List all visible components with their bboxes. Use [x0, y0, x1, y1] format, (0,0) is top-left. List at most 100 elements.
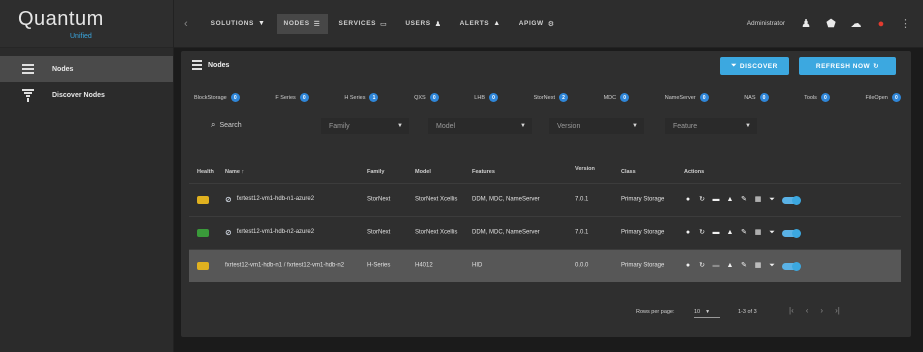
discover-button[interactable]: ⏷ DISCOVER — [720, 57, 789, 75]
chart-icon[interactable]: ▦ — [754, 262, 762, 270]
next-page-button[interactable]: › — [820, 306, 823, 315]
node-enable-toggle[interactable] — [782, 195, 801, 205]
bell-icon[interactable]: ▲ — [726, 196, 734, 204]
filter-icon[interactable]: ⏷ — [768, 262, 776, 270]
search-input[interactable]: ⌕ Search — [211, 120, 311, 130]
header-family[interactable]: Family — [367, 169, 384, 175]
sidebar-item-nodes[interactable]: Nodes — [0, 56, 173, 82]
model-select[interactable]: Model ▼ — [428, 118, 532, 134]
filter-icon — [22, 88, 34, 102]
sidebar-item-label: Nodes — [52, 65, 74, 73]
last-page-button[interactable]: ›| — [835, 306, 840, 315]
tab-apigw[interactable]: APIGW ⚙ — [512, 14, 562, 34]
chip-f-series[interactable]: F Series 0 — [275, 93, 309, 102]
node-features: DDM, MDC, NameServer — [472, 196, 540, 203]
rows-per-page-select[interactable]: 10 ▼ — [694, 306, 720, 318]
tab-label: USERS — [405, 20, 431, 27]
chip-blockstorage[interactable]: BlockStorage 0 — [194, 93, 240, 102]
chip-count: 0 — [759, 93, 769, 102]
previous-page-button[interactable]: ‹ — [806, 306, 809, 315]
table-row[interactable]: ⊘ fxrtest12-vm1-hdb-n2-azure2 StorNext Stor… — [189, 216, 901, 249]
chevron-down-icon: ▼ — [397, 123, 403, 129]
link-icon[interactable]: ⊘ — [225, 228, 232, 238]
monitor-icon: ▭ — [380, 20, 388, 28]
top-right-tools: Administrator ♟ ⬟ ☁ ● ⋮ — [747, 17, 923, 31]
alert-icon[interactable]: ● — [875, 18, 887, 30]
chip-count: 0 — [699, 93, 709, 102]
header-name[interactable]: Name ↑ — [225, 169, 244, 175]
chip-lhb[interactable]: LHB 0 — [474, 93, 498, 102]
node-enable-toggle[interactable] — [782, 228, 801, 238]
user-icon[interactable]: ♟ — [800, 18, 812, 30]
filter-icon[interactable]: ⏷ — [768, 196, 776, 204]
node-class: Primary Storage — [621, 262, 665, 269]
row-actions: ● ↻ ▬ ▲ ✎ ▦ ⏷ — [684, 195, 801, 205]
tab-alerts[interactable]: ALERTS ▲ — [453, 14, 508, 33]
info-icon[interactable]: ● — [684, 196, 692, 204]
bell-icon[interactable]: ▲ — [726, 262, 734, 270]
refresh-now-button[interactable]: REFRESH NOW ↻ — [799, 57, 896, 75]
chip-nas[interactable]: NAS 0 — [744, 93, 769, 102]
chip-nameserver[interactable]: NameServer 0 — [665, 93, 709, 102]
header-model[interactable]: Model — [415, 169, 431, 175]
bell-icon[interactable]: ▲ — [726, 229, 734, 237]
table-pagination: Rows per page: 10 ▼ 1-3 of 3 |‹ ‹ › ›| — [181, 303, 901, 323]
node-name[interactable]: fxrtest12-vm1-hdb-n1-azure2 — [237, 196, 314, 204]
list-icon — [192, 60, 202, 70]
chart-icon[interactable]: ▦ — [754, 229, 762, 237]
header-version[interactable]: Version — [575, 166, 595, 172]
card-icon[interactable]: ▬ — [712, 262, 720, 270]
sidebar-item-discover-nodes[interactable]: Discover Nodes — [0, 82, 173, 108]
edit-icon[interactable]: ✎ — [740, 196, 748, 204]
refresh-label: REFRESH NOW — [815, 62, 871, 70]
tab-solutions[interactable]: SOLUTIONS ▼ — [204, 14, 273, 33]
health-indicator — [197, 262, 209, 270]
node-version: 0.0.0 — [575, 262, 589, 269]
health-indicator — [197, 229, 209, 237]
tab-nodes[interactable]: NODES ☰ — [276, 13, 328, 34]
collapse-sidebar-icon[interactable]: ‹ — [184, 18, 188, 30]
shield-icon[interactable]: ⬟ — [825, 18, 837, 30]
chip-stornext[interactable]: StorNext 2 — [534, 93, 568, 102]
table-row[interactable]: ⊘ fxrtest12-vm1-hdb-n1-azure2 StorNext Stor… — [189, 183, 901, 216]
info-icon[interactable]: ● — [684, 229, 692, 237]
card-icon[interactable]: ▬ — [712, 196, 720, 204]
feature-select[interactable]: Feature ▼ — [665, 118, 757, 134]
chip-label: F Series — [275, 94, 296, 101]
chip-count: 0 — [820, 93, 830, 102]
header-class[interactable]: Class — [621, 169, 636, 175]
table-row[interactable]: fxrtest12-vm1-hdb-n1 / fxrtest12-vm1-hdb… — [189, 249, 901, 282]
chip-fileopen[interactable]: FileOpen 0 — [866, 93, 901, 102]
node-enable-toggle[interactable] — [782, 261, 801, 271]
edit-icon[interactable]: ✎ — [740, 229, 748, 237]
refresh-icon[interactable]: ↻ — [698, 262, 706, 270]
refresh-icon[interactable]: ↻ — [698, 229, 706, 237]
chart-icon[interactable]: ▦ — [754, 196, 762, 204]
first-page-button[interactable]: |‹ — [789, 306, 794, 315]
chip-h-series[interactable]: H Series 1 — [344, 93, 379, 102]
nodes-table: Health Name ↑ Family Model Features Vers… — [189, 161, 901, 282]
rows-per-page-label: Rows per page: — [636, 309, 675, 315]
chip-qxs[interactable]: QXS 0 — [414, 93, 439, 102]
tab-services[interactable]: SERVICES ▭ — [332, 14, 395, 34]
link-icon[interactable]: ⊘ — [225, 195, 232, 205]
node-name[interactable]: fxrtest12-vm1-hdb-n2-azure2 — [237, 229, 314, 237]
chip-mdc[interactable]: MDC 0 — [604, 93, 630, 102]
refresh-icon[interactable]: ↻ — [698, 196, 706, 204]
family-select[interactable]: Family ▼ — [321, 118, 409, 134]
header-health[interactable]: Health — [197, 169, 214, 175]
version-select[interactable]: Version ▼ — [549, 118, 644, 134]
cloud-icon[interactable]: ☁ — [850, 18, 862, 30]
chip-tools[interactable]: Tools 0 — [804, 93, 830, 102]
header-features[interactable]: Features — [472, 169, 495, 175]
filter-icon[interactable]: ⏷ — [768, 229, 776, 237]
chevron-down-icon: ▼ — [520, 123, 526, 129]
info-icon[interactable]: ● — [684, 262, 692, 270]
tab-users[interactable]: USERS ♟ — [398, 14, 448, 34]
chevron-down-icon: ▼ — [745, 123, 751, 129]
more-menu-icon[interactable]: ⋮ — [900, 17, 911, 30]
card-icon[interactable]: ▬ — [712, 229, 720, 237]
node-name[interactable]: fxrtest12-vm1-hdb-n1 / fxrtest12-vm1-hdb… — [225, 262, 344, 270]
node-model: H4012 — [415, 262, 433, 269]
edit-icon[interactable]: ✎ — [740, 262, 748, 270]
